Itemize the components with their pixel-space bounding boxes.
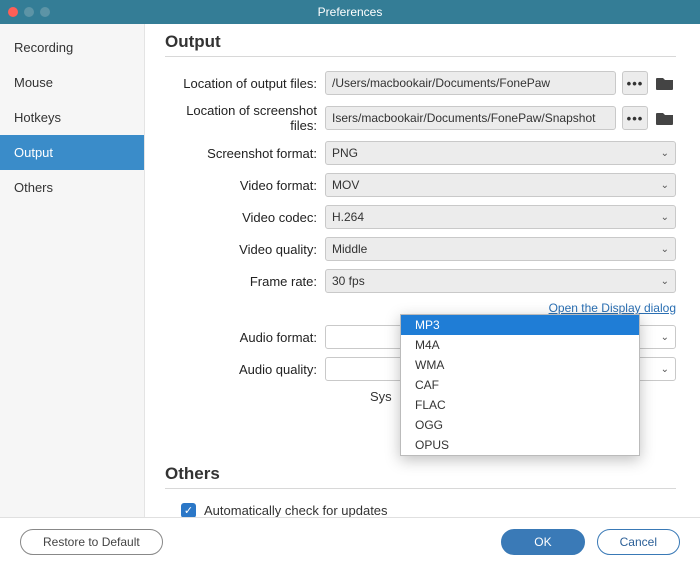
dropdown-option-wma[interactable]: WMA [401,355,639,375]
row-screenshot-location: Location of screenshot files: Isers/macb… [165,103,676,133]
chevron-down-icon: ⌄ [661,276,669,287]
chevron-down-icon: ⌄ [661,148,669,159]
sidebar-item-mouse[interactable]: Mouse [0,65,144,100]
output-location-field[interactable]: /Users/macbookair/Documents/FonePaw [325,71,616,95]
sidebar-item-others[interactable]: Others [0,170,144,205]
chevron-down-icon: ⌄ [661,244,669,255]
cancel-button[interactable]: Cancel [597,529,680,555]
sidebar-item-hotkeys[interactable]: Hotkeys [0,100,144,135]
label-sys: Sys [165,389,400,404]
label-screenshot-location: Location of screenshot files: [165,103,325,133]
screenshot-location-field[interactable]: Isers/macbookair/Documents/FonePaw/Snaps… [325,106,616,130]
video-codec-value: H.264 [332,210,364,224]
output-section-title: Output [165,32,676,52]
label-screenshot-format: Screenshot format: [165,146,325,161]
dropdown-option-caf[interactable]: CAF [401,375,639,395]
label-audio-format: Audio format: [165,330,325,345]
label-video-format: Video format: [165,178,325,193]
divider [165,56,676,57]
chevron-down-icon: ⌄ [661,364,669,375]
folder-icon [656,111,674,125]
sidebar-item-recording[interactable]: Recording [0,30,144,65]
titlebar: Preferences [0,0,700,24]
ok-button[interactable]: OK [501,529,584,555]
video-format-value: MOV [332,178,359,192]
dropdown-option-mp3[interactable]: MP3 [401,315,639,335]
browse-screenshot-button[interactable]: ••• [622,106,648,130]
row-video-codec: Video codec: H.264 ⌄ [165,205,676,229]
others-section-title: Others [165,464,676,484]
browse-output-button[interactable]: ••• [622,71,648,95]
dropdown-option-ogg[interactable]: OGG [401,415,639,435]
close-window-button[interactable] [8,7,18,17]
chevron-down-icon: ⌄ [661,212,669,223]
frame-rate-value: 30 fps [332,274,365,288]
row-video-format: Video format: MOV ⌄ [165,173,676,197]
main-panel: Output Location of output files: /Users/… [145,24,700,517]
divider [165,488,676,489]
dropdown-option-opus[interactable]: OPUS [401,435,639,455]
audio-format-dropdown[interactable]: MP3 M4A WMA CAF FLAC OGG OPUS [400,314,640,456]
footer: Restore to Default OK Cancel [0,517,700,565]
sidebar: Recording Mouse Hotkeys Output Others [0,24,145,517]
video-quality-select[interactable]: Middle ⌄ [325,237,676,261]
restore-default-button[interactable]: Restore to Default [20,529,163,555]
window-controls [0,7,50,17]
row-output-location: Location of output files: /Users/macbook… [165,71,676,95]
open-output-folder-button[interactable] [654,72,676,94]
chevron-down-icon: ⌄ [661,332,669,343]
label-audio-quality: Audio quality: [165,362,325,377]
window-title: Preferences [0,5,700,19]
content: Recording Mouse Hotkeys Output Others Ou… [0,24,700,517]
label-output-location: Location of output files: [165,76,325,91]
frame-rate-select[interactable]: 30 fps ⌄ [325,269,676,293]
row-frame-rate: Frame rate: 30 fps ⌄ [165,269,676,293]
video-format-select[interactable]: MOV ⌄ [325,173,676,197]
screenshot-format-select[interactable]: PNG ⌄ [325,141,676,165]
zoom-window-button[interactable] [40,7,50,17]
dropdown-option-flac[interactable]: FLAC [401,395,639,415]
label-frame-rate: Frame rate: [165,274,325,289]
label-video-codec: Video codec: [165,210,325,225]
row-screenshot-format: Screenshot format: PNG ⌄ [165,141,676,165]
auto-update-checkbox[interactable]: ✓ [181,503,196,517]
row-video-quality: Video quality: Middle ⌄ [165,237,676,261]
open-display-dialog-link[interactable]: Open the Display dialog [549,301,676,315]
minimize-window-button[interactable] [24,7,34,17]
ellipsis-icon: ••• [627,111,644,126]
label-video-quality: Video quality: [165,242,325,257]
video-quality-value: Middle [332,242,367,256]
screenshot-format-value: PNG [332,146,358,160]
folder-icon [656,76,674,90]
open-screenshot-folder-button[interactable] [654,107,676,129]
video-codec-select[interactable]: H.264 ⌄ [325,205,676,229]
others-section: Others ✓ Automatically check for updates [165,464,676,517]
checkmark-icon: ✓ [184,504,193,517]
auto-update-label: Automatically check for updates [204,503,388,517]
dropdown-option-m4a[interactable]: M4A [401,335,639,355]
chevron-down-icon: ⌄ [661,180,669,191]
ellipsis-icon: ••• [627,76,644,91]
sidebar-item-output[interactable]: Output [0,135,144,170]
